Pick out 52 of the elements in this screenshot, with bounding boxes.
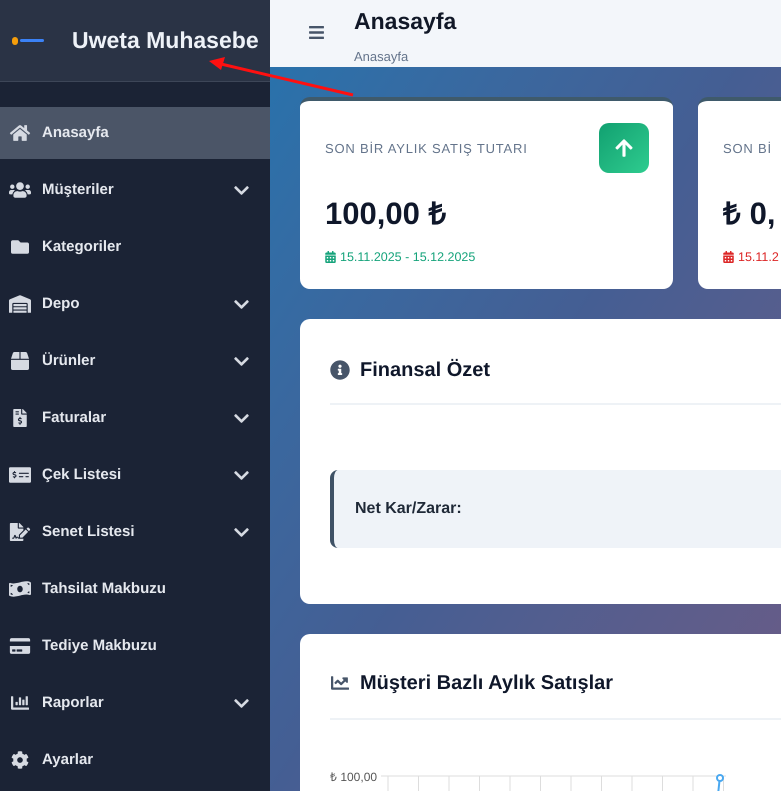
sidebar-label: Faturalar bbox=[42, 408, 106, 428]
sidebar-item[interactable]: Kategoriler bbox=[0, 221, 270, 273]
section-title: Müşteri Bazlı Aylık Satışlar bbox=[360, 671, 614, 696]
card-value: 100,00 ₺ bbox=[325, 195, 448, 233]
document-icon bbox=[9, 523, 31, 541]
check-icon bbox=[9, 466, 31, 484]
sidebar-label: Senet Listesi bbox=[42, 522, 135, 542]
section-title: Finansal Özet bbox=[360, 358, 490, 383]
sidebar-label: Kategoriler bbox=[42, 236, 122, 257]
sidebar-label: Anasayfa bbox=[42, 122, 109, 143]
home-icon bbox=[9, 124, 31, 142]
sidebar-item[interactable]: Ayarlar bbox=[0, 734, 270, 786]
net-profit-label: Net Kar/Zarar: bbox=[355, 499, 462, 519]
sidebar-item[interactable]: Depo bbox=[0, 278, 270, 330]
card-title: SON BİR AYLIK SATIŞ TUTARI bbox=[325, 140, 528, 158]
warehouse-icon bbox=[9, 295, 31, 313]
axis-tick-label: ₺ 100,00 bbox=[330, 769, 378, 786]
card-title: SON Bİ bbox=[723, 140, 772, 158]
date-range: 15.11.2 bbox=[738, 248, 779, 266]
card-icon bbox=[9, 637, 31, 655]
sidebar-label: Müşteriler bbox=[42, 180, 114, 200]
line-chart-icon bbox=[330, 674, 350, 692]
sidebar-label: Tahsilat Makbuzu bbox=[42, 578, 166, 599]
sidebar-item[interactable]: Senet Listesi bbox=[0, 506, 270, 558]
sidebar-label: Çek Listesi bbox=[42, 464, 122, 485]
card-value: ₺ 0, bbox=[723, 195, 776, 233]
sidebar-item[interactable]: Tediye Makbuzu bbox=[0, 620, 270, 672]
sidebar-label: Depo bbox=[42, 294, 80, 314]
money-icon bbox=[9, 580, 31, 598]
settings-icon bbox=[9, 751, 31, 769]
brand-title: Uweta Muhasebe bbox=[72, 26, 259, 56]
sidebar-label: Ayarlar bbox=[42, 750, 94, 770]
users-icon bbox=[9, 181, 31, 199]
sidebar-item[interactable]: Faturalar bbox=[0, 392, 270, 444]
info-icon bbox=[330, 360, 350, 380]
menu-icon[interactable] bbox=[307, 24, 326, 41]
sidebar-item[interactable]: Anasayfa bbox=[0, 107, 270, 159]
sidebar-label: Ürünler bbox=[42, 350, 96, 371]
sidebar-item[interactable]: Müşteriler bbox=[0, 164, 270, 216]
page-title: Anasayfa bbox=[354, 7, 456, 36]
box-icon bbox=[9, 352, 31, 370]
sidebar-item[interactable]: Ürünler bbox=[0, 335, 270, 387]
sidebar-label: Tediye Makbuzu bbox=[42, 636, 157, 656]
folder-icon bbox=[9, 238, 31, 256]
sidebar-item[interactable]: Tahsilat Makbuzu bbox=[0, 563, 270, 615]
breadcrumb-link[interactable]: Anasayfa bbox=[354, 46, 456, 66]
sidebar-item[interactable]: Çek Listesi bbox=[0, 449, 270, 501]
sidebar-label: Raporlar bbox=[42, 692, 104, 713]
logo-icon bbox=[12, 36, 44, 46]
bar-chart-icon bbox=[9, 694, 31, 712]
date-range: 15.11.2025 - 15.12.2025 bbox=[340, 248, 476, 266]
sidebar-item[interactable]: Raporlar bbox=[0, 677, 270, 729]
